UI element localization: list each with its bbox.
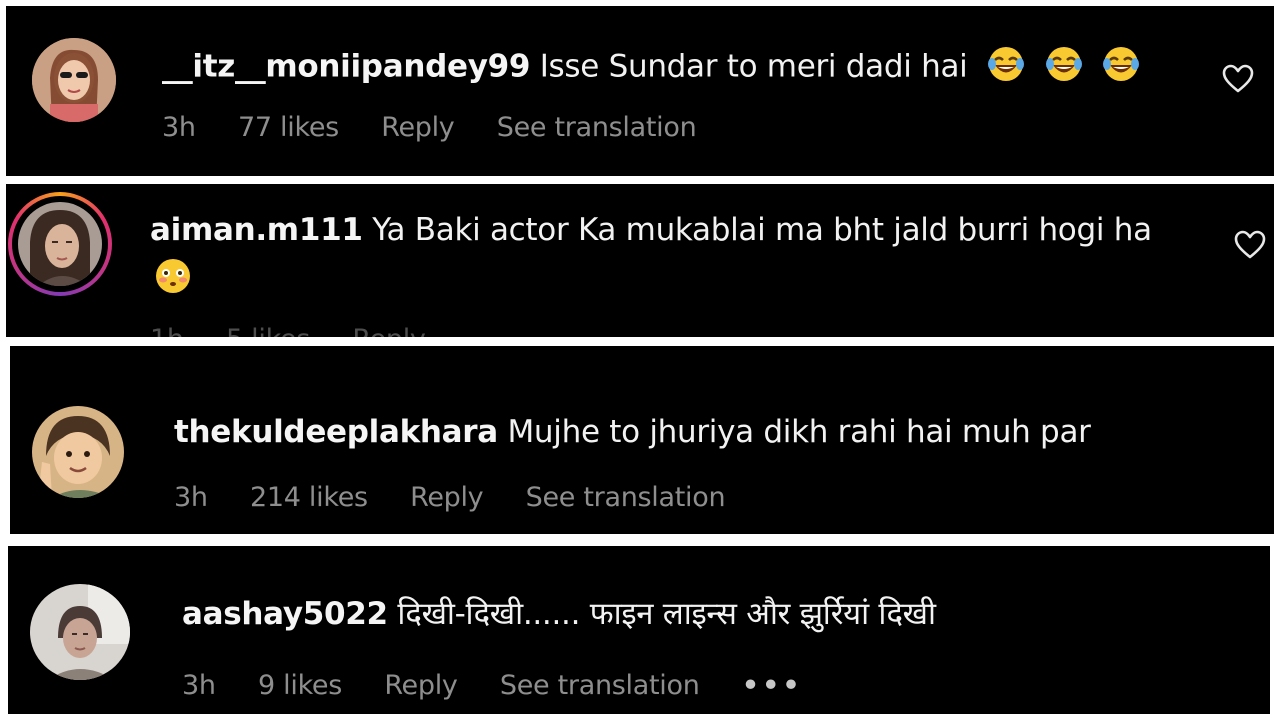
face-with-tears-of-joy-icon (1045, 46, 1083, 90)
comment-body: Mujhe to jhuriya dikh rahi hai muh par (507, 414, 1091, 450)
comment-card-1: __itz__moniipandey99 Isse Sundar to meri… (6, 6, 1274, 176)
see-translation-link[interactable]: See translation (526, 482, 726, 513)
comment-timestamp: 3h (182, 670, 216, 701)
username-link[interactable]: __itz__moniipandey99 (162, 49, 530, 85)
reply-button[interactable]: Reply (352, 324, 426, 337)
username-link[interactable]: aiman.m111 (150, 212, 363, 248)
avatar[interactable] (18, 202, 102, 286)
comment-body: दिखी-दिखी...... फाइन लाइन्स और झुर्रियां… (397, 596, 936, 632)
flushed-face-icon (154, 258, 192, 302)
more-dots-icon[interactable]: ••• (742, 670, 803, 701)
comment-text-line: aashay5022 दिखी-दिखी...... फाइन लाइन्स औ… (182, 592, 936, 634)
heart-outline-icon[interactable] (1234, 230, 1266, 260)
comment-timestamp: 3h (174, 482, 208, 513)
likes-count-link[interactable]: 77 likes (238, 112, 339, 143)
likes-count-link[interactable]: 5 likes (226, 324, 310, 337)
heart-outline-icon[interactable] (1222, 64, 1254, 94)
see-translation-link[interactable]: See translation (500, 670, 700, 701)
comment-timestamp: 3h (162, 112, 196, 143)
comment-body: Ya Baki actor Ka mukablai ma bht jald bu… (372, 212, 1152, 248)
username-link[interactable]: aashay5022 (182, 596, 388, 632)
reply-button[interactable]: Reply (381, 112, 455, 143)
likes-count-link[interactable]: 214 likes (250, 482, 368, 513)
face-with-tears-of-joy-icon (987, 46, 1025, 90)
face-with-tears-of-joy-icon (1102, 46, 1140, 90)
comment-text-line-2 (154, 258, 192, 302)
comment-card-3: thekuldeeplakhara Mujhe to jhuriya dikh … (10, 346, 1274, 534)
reply-button[interactable]: Reply (410, 482, 484, 513)
avatar[interactable] (32, 406, 124, 498)
comment-meta: 1h 5 likes Reply (150, 324, 460, 337)
comment-body: Isse Sundar to meri dadi hai (539, 48, 968, 85)
avatar[interactable] (30, 584, 130, 680)
comment-meta: 3h 214 likes Reply See translation (174, 482, 759, 513)
comment-card-4: aashay5022 दिखी-दिखी...... फाइन लाइन्स औ… (8, 546, 1270, 714)
likes-count-link[interactable]: 9 likes (258, 670, 342, 701)
username-link[interactable]: thekuldeeplakhara (174, 414, 498, 450)
comment-meta: 3h 77 likes Reply See translation (162, 112, 730, 143)
comment-text-line: thekuldeeplakhara Mujhe to jhuriya dikh … (174, 414, 1091, 450)
see-translation-link[interactable]: See translation (497, 112, 697, 143)
avatar[interactable] (32, 38, 116, 122)
comment-text-line: __itz__moniipandey99 Isse Sundar to meri… (162, 46, 1140, 90)
comment-meta: 3h 9 likes Reply See translation ••• (182, 670, 837, 701)
comment-card-2: aiman.m111 Ya Baki actor Ka mukablai ma … (6, 184, 1274, 337)
reply-button[interactable]: Reply (384, 670, 458, 701)
comment-text-line: aiman.m111 Ya Baki actor Ka mukablai ma … (150, 212, 1152, 248)
comment-timestamp: 1h (150, 324, 184, 337)
